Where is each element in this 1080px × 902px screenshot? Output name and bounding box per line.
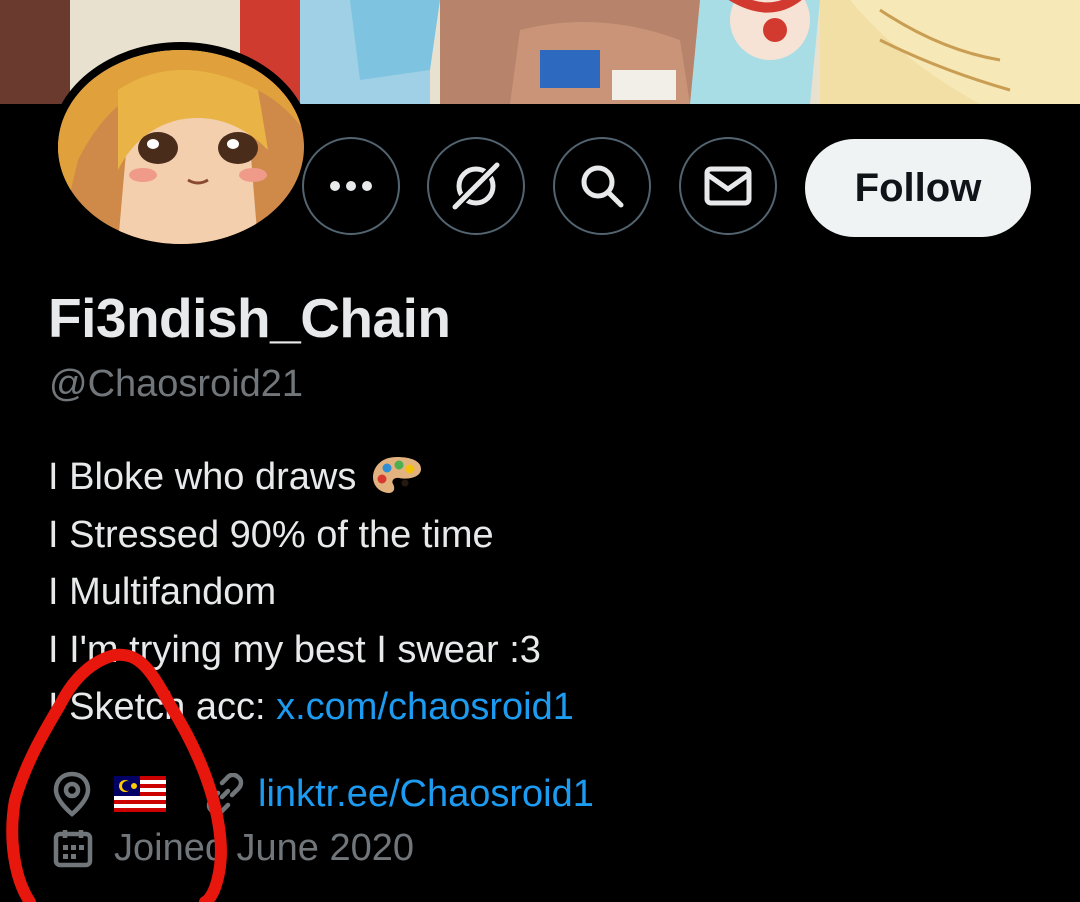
- malaysia-flag: [114, 776, 166, 812]
- more-button[interactable]: [302, 137, 400, 235]
- follow-button[interactable]: Follow: [805, 139, 1031, 237]
- joined-date: Joined June 2020: [114, 826, 415, 869]
- website-link[interactable]: linktr.ee/Chaosroid1: [258, 773, 594, 816]
- calendar-icon: [53, 830, 93, 868]
- bio-line: I Sketch acc: x.com/chaosroid1: [48, 679, 574, 737]
- grok-icon: [452, 162, 500, 210]
- profile-bio: I Bloke who draws I Stressed 90% of the …: [48, 449, 574, 737]
- message-button[interactable]: [679, 137, 777, 235]
- location-pin-icon: [53, 771, 91, 817]
- profile-meta-joined: Joined June 2020: [52, 822, 414, 874]
- sketch-account-link[interactable]: x.com/chaosroid1: [276, 686, 574, 728]
- link-icon: [206, 773, 244, 815]
- bio-text: I Sketch acc:: [48, 686, 277, 728]
- profile-avatar[interactable]: [50, 42, 312, 252]
- bio-text: I Bloke who draws: [48, 456, 357, 498]
- bio-line: I Stressed 90% of the time: [48, 513, 494, 556]
- envelope-icon: [704, 166, 752, 206]
- search-button[interactable]: [553, 137, 651, 235]
- user-handle: @Chaosroid21: [49, 363, 304, 405]
- more-horizontal-icon: [330, 181, 372, 191]
- display-name: Fi3ndish_Chain: [48, 287, 451, 349]
- search-icon: [581, 165, 624, 208]
- grok-button[interactable]: [427, 137, 525, 235]
- bio-line: I I'm trying my best I swear :3: [48, 628, 541, 671]
- artist-palette-emoji: [372, 457, 421, 493]
- bio-line: I Multifandom: [48, 571, 277, 613]
- profile-meta-location-website: linktr.ee/Chaosroid1: [52, 768, 594, 820]
- bio-line: I Bloke who draws: [48, 449, 574, 507]
